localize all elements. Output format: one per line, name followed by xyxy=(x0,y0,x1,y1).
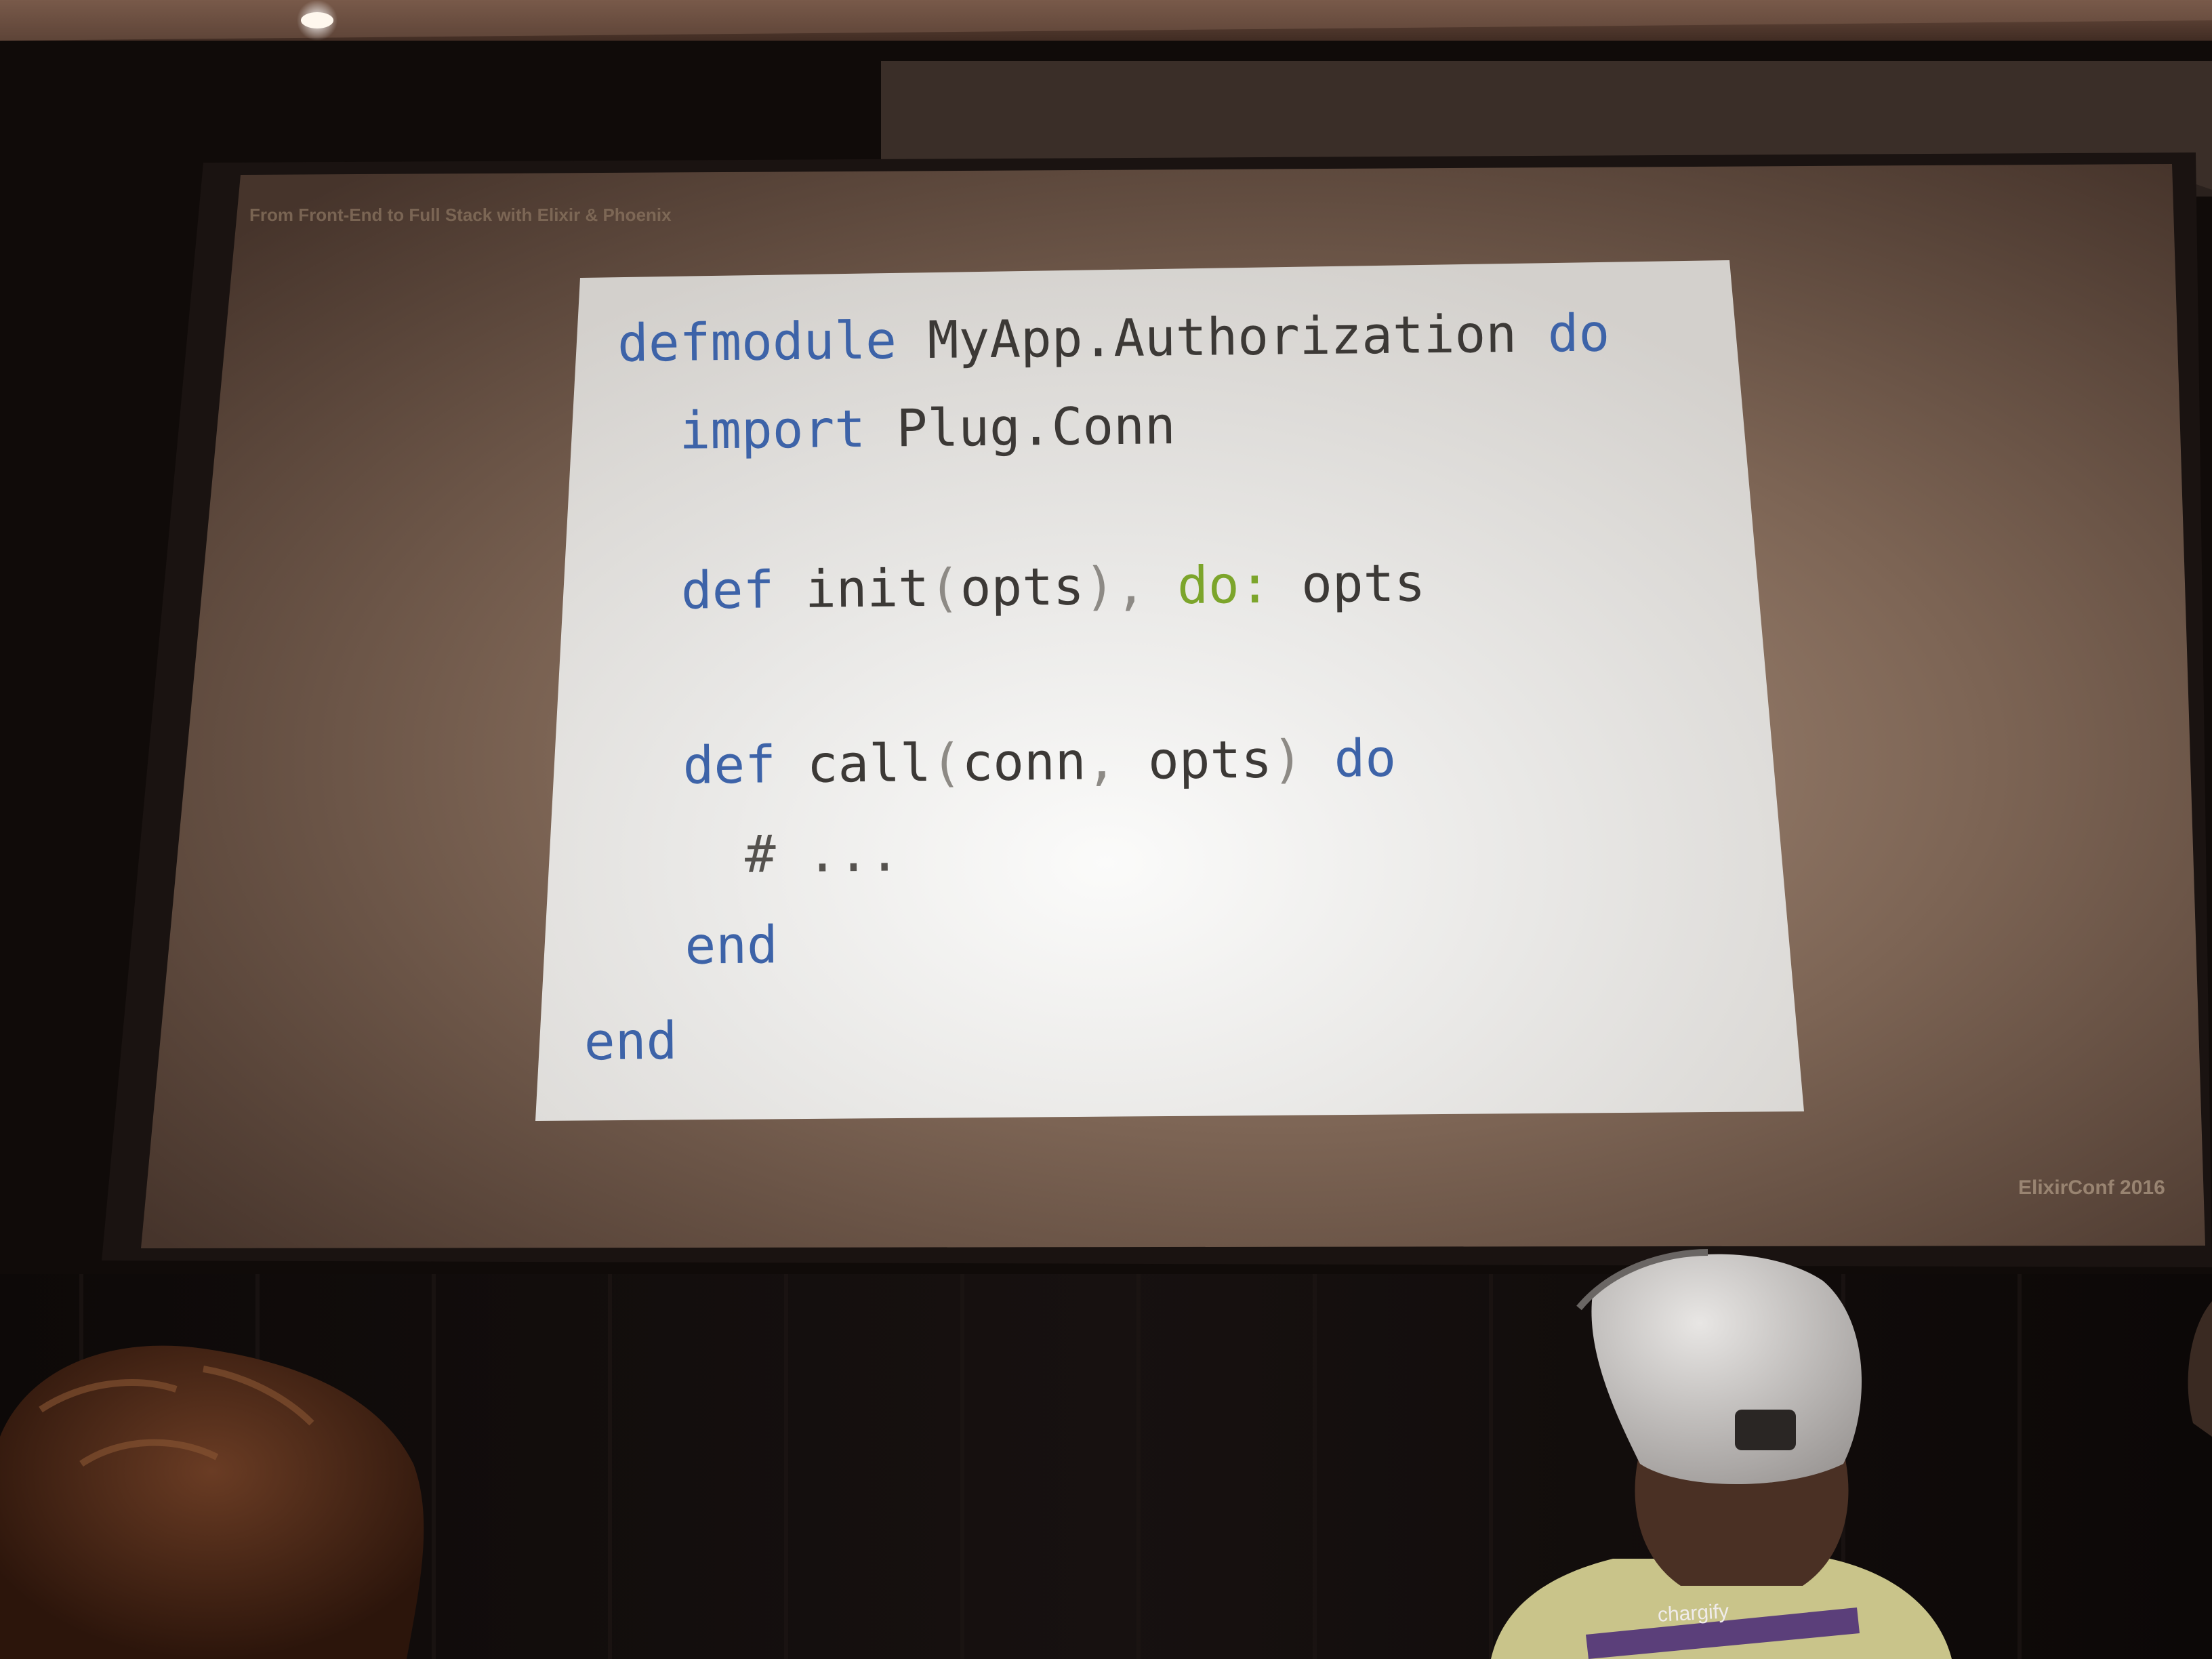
code-paren: ( xyxy=(928,557,961,618)
code-argument: conn xyxy=(962,731,1086,793)
code-comma: , xyxy=(1115,555,1147,617)
slide-footer: ElixirConf 2016 xyxy=(2018,1176,2165,1199)
code-keyword: def xyxy=(682,734,777,796)
code-module-name: MyApp.Authorization xyxy=(927,303,1517,370)
code-paren: ( xyxy=(930,732,962,793)
code-keyword: do xyxy=(1547,302,1610,364)
code-keyword: import xyxy=(679,398,866,461)
code-function-name: call xyxy=(806,732,932,794)
code-argument: opts xyxy=(960,556,1085,618)
code-paren: ) xyxy=(1084,556,1116,617)
code-line-7: end xyxy=(583,1010,677,1071)
code-line-5: # ... xyxy=(745,822,901,884)
code-comment: # ... xyxy=(744,822,901,884)
code-paren: ) xyxy=(1271,729,1304,790)
code-line-4: def call(conn, opts) do xyxy=(682,728,1396,796)
code-line-6: end xyxy=(684,914,778,975)
slide-header: From Front-End to Full Stack with Elixir… xyxy=(249,205,672,225)
code-keyword: end xyxy=(684,914,779,976)
lanyard-text: chargify xyxy=(1657,1600,1729,1626)
code-value: opts xyxy=(1300,552,1426,615)
code-line-2: import Plug.Conn xyxy=(679,395,1176,461)
code-atom: do: xyxy=(1176,554,1271,616)
code-keyword: do xyxy=(1334,727,1397,789)
code-block: defmodule MyApp.Authorization do import … xyxy=(535,258,1818,1125)
code-line-3: def init(opts), do: opts xyxy=(680,552,1425,620)
code-keyword: defmodule xyxy=(617,310,897,373)
code-line-1: defmodule MyApp.Authorization do xyxy=(617,302,1610,373)
code-comma: , xyxy=(1086,731,1118,792)
code-keyword: end xyxy=(583,1010,678,1072)
code-argument: opts xyxy=(1147,729,1273,791)
code-module-name: Plug.Conn xyxy=(896,395,1176,459)
code-function-name: init xyxy=(804,557,930,619)
code-keyword: def xyxy=(680,559,775,621)
